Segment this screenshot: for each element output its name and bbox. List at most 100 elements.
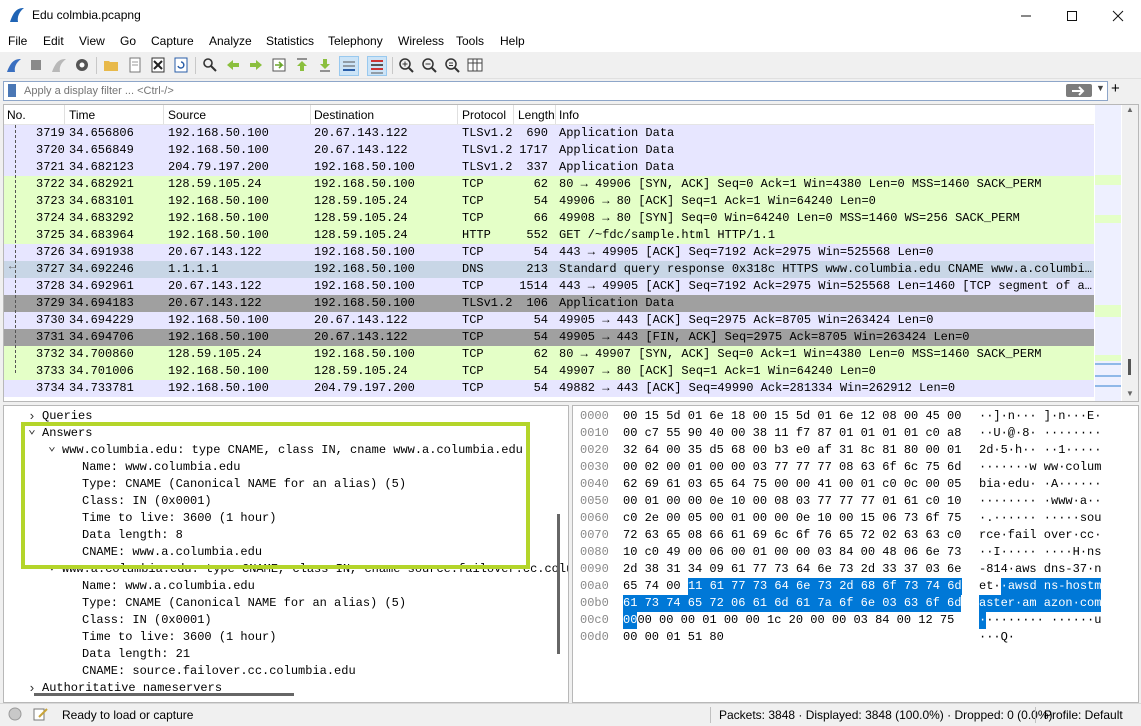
packet-row[interactable]: 3733 34.701006 192.168.50.100 128.59.105.24… bbox=[4, 363, 1094, 380]
zoom-in-button[interactable] bbox=[397, 56, 415, 74]
ascii-selected[interactable]: · bbox=[979, 612, 987, 629]
ascii-selected[interactable]: aster·am azon·com bbox=[979, 595, 1102, 612]
hex-bytes[interactable]: 00 c7 55 90 40 00 38 11 f7 87 01 01 01 0… bbox=[623, 425, 961, 442]
apply-filter-button[interactable] bbox=[1066, 84, 1092, 97]
ascii-text[interactable]: ··I····· ····H·ns bbox=[979, 544, 1101, 561]
zoom-normal-button[interactable] bbox=[443, 56, 461, 74]
start-capture-button[interactable] bbox=[5, 56, 23, 74]
packet-row[interactable]: 3726 34.691938 20.67.143.122 192.168.50.100… bbox=[4, 244, 1094, 261]
ascii-text[interactable]: ···Q· bbox=[979, 629, 1015, 646]
packet-row[interactable]: 3734 34.733781 192.168.50.100 204.79.197.20… bbox=[4, 380, 1094, 397]
hex-bytes[interactable]: 65 74 00 bbox=[623, 578, 681, 595]
packet-row[interactable]: 3722 34.682921 128.59.105.24 192.168.50.100… bbox=[4, 176, 1094, 193]
packet-row[interactable]: 3730 34.694229 192.168.50.100 20.67.143.122… bbox=[4, 312, 1094, 329]
hex-bytes[interactable]: 10 c0 49 00 06 00 01 00 00 03 84 00 48 0… bbox=[623, 544, 961, 561]
ascii-text[interactable]: ··U·@·8· ········ bbox=[979, 425, 1101, 442]
hex-bytes[interactable]: 00 01 00 00 0e 10 00 08 03 77 77 77 01 6… bbox=[623, 493, 961, 510]
menu-statistics[interactable]: Statistics bbox=[266, 34, 314, 48]
packet-minimap[interactable] bbox=[1095, 105, 1121, 401]
packet-row[interactable]: 3720 34.656849 192.168.50.100 20.67.143.122… bbox=[4, 142, 1094, 159]
menu-help[interactable]: Help bbox=[500, 34, 525, 48]
menu-edit[interactable]: Edit bbox=[43, 34, 64, 48]
reload-file-button[interactable] bbox=[172, 56, 190, 74]
hex-selected-bytes[interactable]: 61 73 74 65 72 06 61 6d 61 7a 6f 6e 03 6… bbox=[623, 595, 962, 612]
go-first-button[interactable] bbox=[293, 56, 311, 74]
packet-row[interactable]: 3723 34.683101 192.168.50.100 128.59.105.24… bbox=[4, 193, 1094, 210]
ascii-selected[interactable]: ·awsd ns-hostm bbox=[1000, 578, 1102, 595]
packet-row[interactable]: 3732 34.700860 128.59.105.24 192.168.50.100… bbox=[4, 346, 1094, 363]
column-destination[interactable]: Destination bbox=[314, 108, 374, 122]
scroll-down-icon[interactable]: ▼ bbox=[1126, 389, 1134, 398]
column-length[interactable]: Length bbox=[518, 108, 555, 122]
packet-row[interactable]: 3727 34.692246 1.1.1.1 192.168.50.100 DNS 213… bbox=[4, 261, 1094, 278]
packet-row[interactable]: 3731 34.694706 192.168.50.100 20.67.143.122… bbox=[4, 329, 1094, 346]
menu-tools[interactable]: Tools bbox=[456, 34, 484, 48]
add-filter-button[interactable]: + bbox=[1111, 80, 1120, 97]
close-file-button[interactable] bbox=[149, 56, 167, 74]
hex-bytes[interactable]: 00 00 01 51 80 bbox=[623, 629, 724, 646]
bookmark-icon[interactable] bbox=[8, 84, 16, 97]
ascii-text[interactable]: rce·fail over·cc· bbox=[979, 527, 1101, 544]
packet-row[interactable]: 3729 34.694183 20.67.143.122 192.168.50.100… bbox=[4, 295, 1094, 312]
hex-bytes[interactable]: c0 2e 00 05 00 01 00 00 0e 10 00 15 06 7… bbox=[623, 510, 961, 527]
ascii-text[interactable]: ··]·n··· ]·n···E· bbox=[979, 408, 1101, 425]
close-button[interactable] bbox=[1095, 0, 1141, 31]
scroll-up-icon[interactable]: ▲ bbox=[1126, 105, 1134, 114]
edit-comment-icon[interactable] bbox=[33, 707, 49, 721]
column-no[interactable]: No. bbox=[7, 108, 26, 122]
column-protocol[interactable]: Protocol bbox=[462, 108, 506, 122]
display-filter-input[interactable] bbox=[24, 82, 1034, 100]
menu-analyze[interactable]: Analyze bbox=[209, 34, 252, 48]
packet-row[interactable]: 3724 34.683292 192.168.50.100 128.59.105.24… bbox=[4, 210, 1094, 227]
menu-file[interactable]: File bbox=[8, 34, 27, 48]
menu-telephony[interactable]: Telephony bbox=[328, 34, 383, 48]
hex-bytes[interactable]: 72 63 65 08 66 61 69 6c 6f 76 65 72 02 6… bbox=[623, 527, 961, 544]
hex-selected-bytes[interactable]: 00 bbox=[623, 612, 638, 629]
packet-row[interactable]: 3719 34.656806 192.168.50.100 20.67.143.122… bbox=[4, 125, 1094, 142]
colorize-button[interactable] bbox=[367, 56, 387, 76]
minimize-button[interactable] bbox=[1003, 0, 1049, 31]
hex-bytes[interactable]: 00 02 00 01 00 00 03 77 77 77 08 63 6f 6… bbox=[623, 459, 961, 476]
restart-capture-button[interactable] bbox=[50, 56, 68, 74]
menu-wireless[interactable]: Wireless bbox=[398, 34, 444, 48]
ascii-text[interactable]: ·.······ ·····sou bbox=[979, 510, 1101, 527]
details-hscroll-thumb[interactable] bbox=[34, 693, 294, 696]
go-forward-button[interactable] bbox=[247, 56, 265, 74]
autoscroll-button[interactable] bbox=[339, 56, 359, 76]
details-scroll-thumb[interactable] bbox=[557, 514, 560, 654]
packet-row[interactable]: 3721 34.682123 204.79.197.200 192.168.50.10… bbox=[4, 159, 1094, 176]
ascii-text[interactable]: -814·aws dns-37·n bbox=[979, 561, 1101, 578]
find-packet-button[interactable] bbox=[201, 56, 219, 74]
menu-view[interactable]: View bbox=[79, 34, 105, 48]
resize-columns-button[interactable] bbox=[466, 56, 484, 74]
hex-bytes[interactable]: 32 64 00 35 d5 68 00 b3 e0 af 31 8c 81 8… bbox=[623, 442, 961, 459]
maximize-button[interactable] bbox=[1049, 0, 1095, 31]
save-file-button[interactable] bbox=[126, 56, 144, 74]
ascii-text[interactable]: 2d·5·h·· ··1····· bbox=[979, 442, 1101, 459]
expert-info-icon[interactable] bbox=[8, 707, 22, 721]
scroll-thumb[interactable] bbox=[1128, 359, 1131, 375]
packet-list-scrollbar[interactable]: ▲ ▼ bbox=[1122, 105, 1138, 401]
ascii-text[interactable]: bia·edu· ·A······ bbox=[979, 476, 1101, 493]
hex-bytes[interactable]: 00 15 5d 01 6e 18 00 15 5d 01 6e 12 08 0… bbox=[623, 408, 961, 425]
hex-selected-bytes[interactable]: 11 61 77 73 64 6e 73 2d 68 6f 73 74 6d bbox=[687, 578, 962, 595]
hex-bytes[interactable]: 2d 38 31 34 09 61 77 73 64 6e 73 2d 33 3… bbox=[623, 561, 961, 578]
packet-row[interactable]: 3728 34.692961 20.67.143.122 192.168.50.100… bbox=[4, 278, 1094, 295]
ascii-text[interactable]: et· bbox=[979, 578, 1001, 595]
zoom-out-button[interactable] bbox=[420, 56, 438, 74]
capture-options-button[interactable] bbox=[73, 56, 91, 74]
packet-row[interactable]: 3725 34.683964 192.168.50.100 128.59.105.24… bbox=[4, 227, 1094, 244]
go-last-button[interactable] bbox=[316, 56, 334, 74]
go-to-packet-button[interactable] bbox=[270, 56, 288, 74]
go-back-button[interactable] bbox=[224, 56, 242, 74]
menu-capture[interactable]: Capture bbox=[151, 34, 194, 48]
open-file-button[interactable] bbox=[102, 56, 120, 74]
ascii-text[interactable]: ········ ·www·a·· bbox=[979, 493, 1101, 510]
stop-capture-button[interactable] bbox=[27, 56, 45, 74]
hex-bytes[interactable]: 00 00 00 01 00 00 1c 20 00 00 03 84 00 1… bbox=[637, 612, 954, 629]
column-time[interactable]: Time bbox=[69, 108, 95, 122]
ascii-text[interactable]: ·······w ww·colum bbox=[979, 459, 1101, 476]
status-profile[interactable]: Profile: Default bbox=[1044, 708, 1123, 722]
menu-go[interactable]: Go bbox=[120, 34, 136, 48]
column-source[interactable]: Source bbox=[168, 108, 206, 122]
